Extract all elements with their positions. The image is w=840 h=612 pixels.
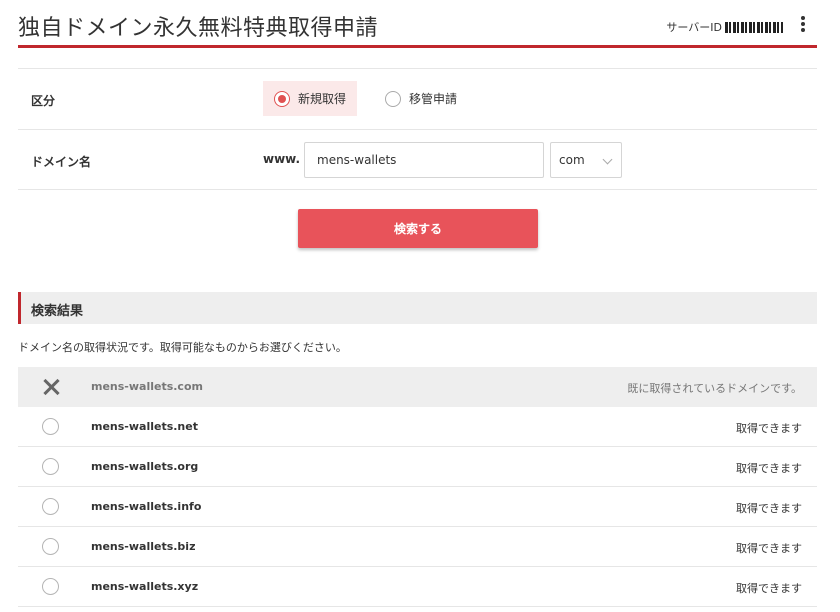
radio-transfer-request[interactable]: 移管申請 (381, 81, 481, 116)
chevron-down-icon (602, 154, 613, 165)
result-radio[interactable] (42, 578, 59, 595)
page-title: 独自ドメイン永久無料特典取得申請 (18, 16, 379, 41)
server-id: サーバーID (666, 19, 783, 35)
result-status: 既に取得されているドメインです。 (627, 382, 802, 395)
result-domain: mens-wallets.org (91, 460, 199, 473)
results-title: 検索結果 (31, 304, 84, 319)
result-radio[interactable] (42, 498, 59, 515)
radio-checked-icon (274, 90, 290, 107)
type-row: 区分 新規取得 移管申請 (18, 68, 817, 129)
type-label: 区分 (31, 94, 56, 108)
radio-new-label: 新規取得 (298, 92, 347, 106)
radio-transfer-label: 移管申請 (409, 92, 458, 106)
www-prefix: www. (263, 152, 301, 166)
result-row[interactable]: mens-wallets.org 取得できます (18, 447, 817, 487)
tld-select[interactable]: com (550, 142, 622, 178)
result-domain: mens-wallets.com (91, 380, 203, 393)
result-radio[interactable] (42, 538, 59, 555)
result-row[interactable]: mens-wallets.biz 取得できます (18, 527, 817, 567)
result-row: mens-wallets.com 既に取得されているドメインです。 (18, 367, 817, 407)
radio-new-registration[interactable]: 新規取得 (263, 81, 357, 116)
server-id-value-redacted (725, 21, 783, 33)
result-radio[interactable] (42, 458, 59, 475)
result-status: 取得できます (736, 422, 802, 435)
result-domain: mens-wallets.xyz (91, 580, 199, 593)
result-status: 取得できます (736, 582, 802, 595)
more-menu-icon[interactable] (795, 14, 811, 34)
domain-label: ドメイン名 (31, 155, 92, 169)
tld-value: com (559, 153, 585, 167)
result-row[interactable]: mens-wallets.info 取得できます (18, 487, 817, 527)
result-radio[interactable] (42, 418, 59, 435)
domain-row: ドメイン名 www. com (18, 129, 817, 190)
search-button[interactable]: 検索する (298, 209, 538, 248)
results-note: ドメイン名の取得状況です。取得可能なものからお選びください。 (18, 341, 347, 354)
radio-unchecked-icon (385, 90, 401, 107)
result-status: 取得できます (736, 502, 802, 515)
result-domain: mens-wallets.net (91, 420, 198, 433)
unavailable-x-icon (41, 377, 61, 397)
domain-name-input[interactable] (304, 142, 544, 178)
page-header: 独自ドメイン永久無料特典取得申請 サーバーID (18, 0, 817, 48)
result-row[interactable]: mens-wallets.net 取得できます (18, 407, 817, 447)
result-list: mens-wallets.com 既に取得されているドメインです。 mens-w… (18, 367, 817, 607)
result-domain: mens-wallets.info (91, 500, 202, 513)
results-section-header: 検索結果 (18, 292, 817, 324)
result-status: 取得できます (736, 542, 802, 555)
server-id-label: サーバーID (666, 21, 722, 34)
result-row[interactable]: mens-wallets.xyz 取得できます (18, 567, 817, 607)
result-domain: mens-wallets.biz (91, 540, 196, 553)
result-status: 取得できます (736, 462, 802, 475)
